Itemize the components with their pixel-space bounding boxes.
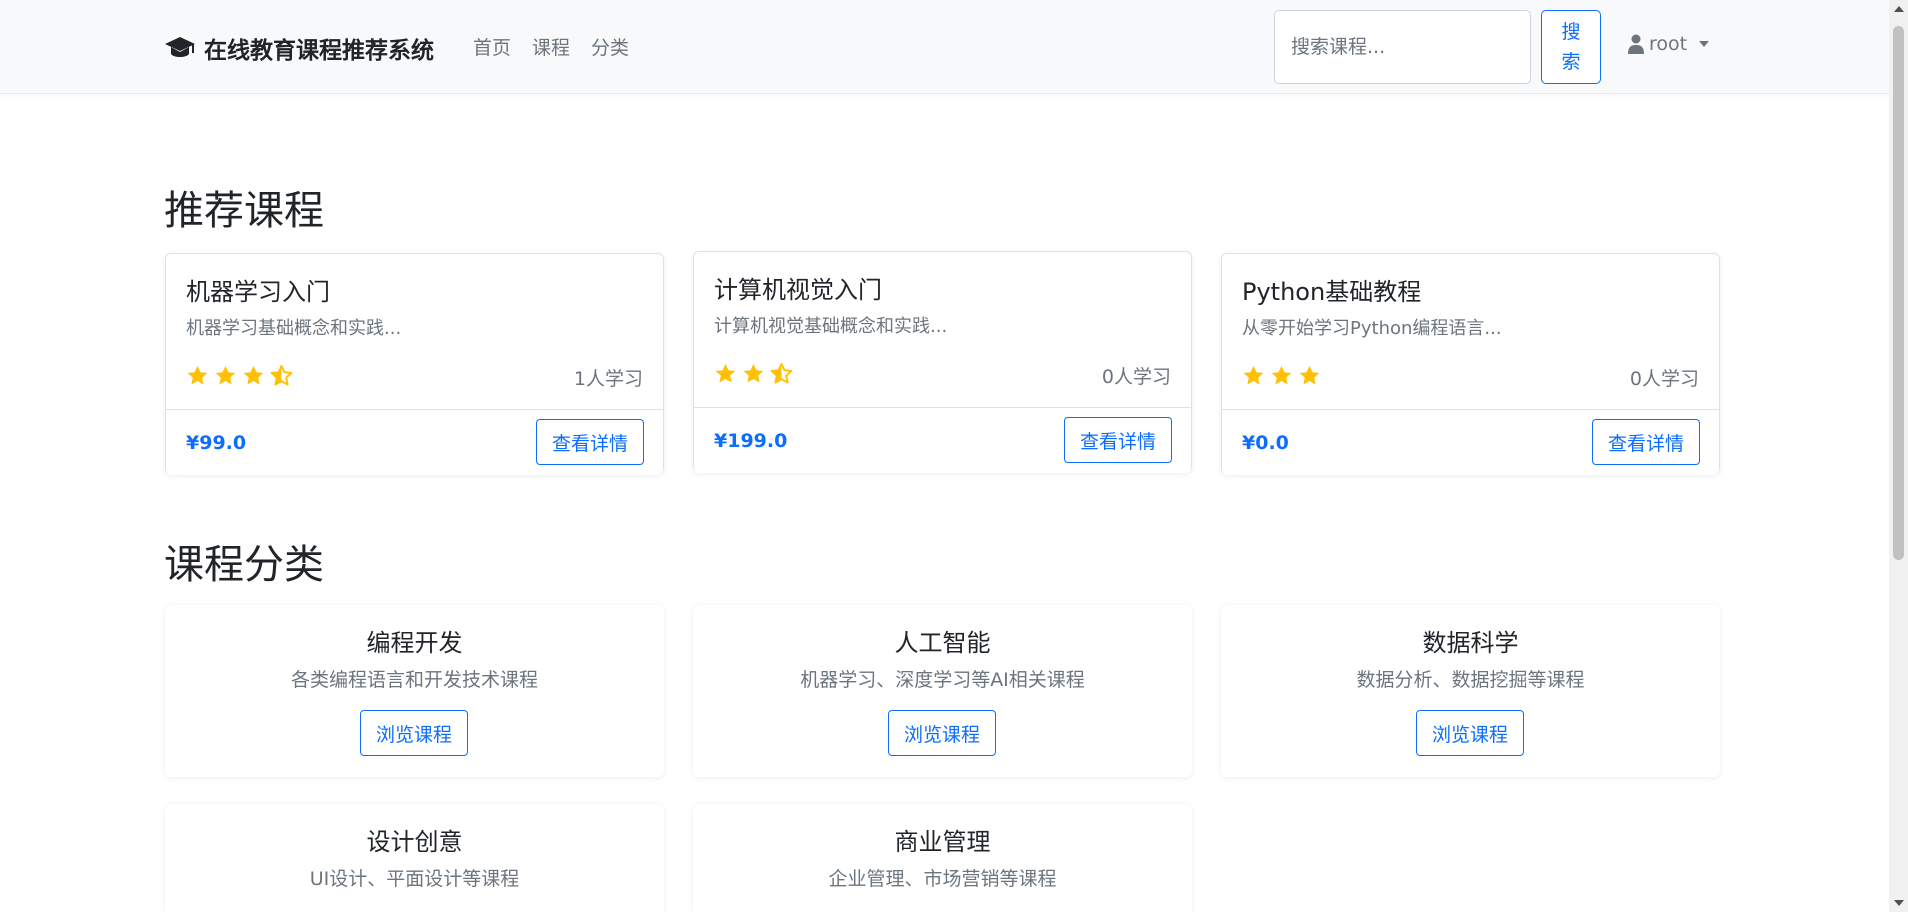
course-title: Python基础教程 xyxy=(1242,278,1422,306)
course-price: ¥99.0 xyxy=(186,432,247,454)
category-desc: UI设计、平面设计等课程 xyxy=(309,868,520,890)
learner-count: 1人学习 xyxy=(573,368,643,390)
course-desc: 机器学习基础概念和实践... xyxy=(186,318,402,339)
category-card: 数据科学 数据分析、数据挖掘等课程 浏览课程 xyxy=(1221,605,1720,777)
nav-link-courses[interactable]: 课程 xyxy=(532,33,570,60)
search-input[interactable] xyxy=(1274,10,1531,84)
course-desc: 从零开始学习Python编程语言... xyxy=(1242,318,1502,339)
course-desc: 计算机视觉基础概念和实践... xyxy=(714,316,948,337)
card-footer: ¥199.0 查看详情 xyxy=(694,407,1191,473)
search-button[interactable]: 搜 索 xyxy=(1541,10,1601,84)
course-card: Python基础教程 从零开始学习Python编程语言... 0人学习 ¥0.0… xyxy=(1221,253,1720,475)
star-icon xyxy=(215,365,236,385)
browse-courses-button[interactable]: 浏览课程 xyxy=(360,710,468,756)
brand-title: 在线教育课程推荐系统 xyxy=(204,38,434,64)
course-title: 机器学习入门 xyxy=(186,278,330,306)
user-menu[interactable]: root xyxy=(1628,33,1710,55)
category-card: 编程开发 各类编程语言和开发技术课程 浏览课程 xyxy=(165,605,664,777)
view-details-button[interactable]: 查看详情 xyxy=(1064,417,1172,463)
learner-count: 0人学习 xyxy=(1629,368,1699,390)
course-card: 计算机视觉入门 计算机视觉基础概念和实践... 0人学习 ¥199.0 查看详情 xyxy=(693,251,1192,473)
recommended-title: 推荐课程 xyxy=(164,188,324,234)
star-icon xyxy=(187,365,208,385)
scrollbar[interactable] xyxy=(1889,0,1908,912)
browse-courses-button[interactable]: 浏览课程 xyxy=(888,710,996,756)
graduation-cap-icon xyxy=(165,37,195,57)
card-footer: ¥99.0 查看详情 xyxy=(166,409,663,475)
star-icon xyxy=(1271,365,1292,385)
user-icon xyxy=(1628,34,1644,54)
category-desc: 数据分析、数据挖掘等课程 xyxy=(1356,669,1585,691)
category-desc: 企业管理、市场营销等课程 xyxy=(828,868,1057,890)
scrollbar-thumb[interactable] xyxy=(1893,26,1904,560)
navbar: 在线教育课程推荐系统 首页 课程 分类 搜 索 root xyxy=(0,0,1889,94)
rating-stars xyxy=(186,364,293,386)
user-name: root xyxy=(1649,33,1688,55)
scroll-up-icon[interactable] xyxy=(1894,6,1904,12)
search-button-label: 搜 索 xyxy=(1561,21,1581,73)
star-icon xyxy=(715,363,736,383)
category-card: 设计创意 UI设计、平面设计等课程 xyxy=(165,804,664,912)
category-name: 设计创意 xyxy=(366,828,463,856)
category-card: 人工智能 机器学习、深度学习等AI相关课程 浏览课程 xyxy=(693,605,1192,777)
nav-links: 首页 课程 分类 xyxy=(473,33,629,60)
rating-stars xyxy=(1242,364,1321,386)
star-icon xyxy=(243,365,264,385)
course-title: 计算机视觉入门 xyxy=(714,276,882,304)
category-name: 商业管理 xyxy=(894,828,991,856)
course-card: 机器学习入门 机器学习基础概念和实践... 1人学习 ¥99.0 查看详情 xyxy=(165,253,664,475)
chevron-down-icon xyxy=(1699,41,1710,47)
nav-link-home[interactable]: 首页 xyxy=(473,33,511,60)
star-half-icon xyxy=(770,362,793,384)
nav-link-categories[interactable]: 分类 xyxy=(591,33,629,60)
star-icon xyxy=(1243,365,1264,385)
star-half-icon xyxy=(270,364,293,386)
category-name: 数据科学 xyxy=(1422,629,1519,657)
brand[interactable]: 在线教育课程推荐系统 xyxy=(164,31,434,65)
category-desc: 机器学习、深度学习等AI相关课程 xyxy=(800,669,1085,691)
category-name: 编程开发 xyxy=(366,629,463,657)
browse-courses-button[interactable]: 浏览课程 xyxy=(1416,710,1524,756)
category-desc: 各类编程语言和开发技术课程 xyxy=(290,669,538,691)
card-footer: ¥0.0 查看详情 xyxy=(1222,409,1719,475)
scroll-down-icon[interactable] xyxy=(1894,900,1904,906)
category-card: 商业管理 企业管理、市场营销等课程 xyxy=(693,804,1192,912)
star-icon xyxy=(1299,365,1320,385)
learner-count: 0人学习 xyxy=(1101,366,1171,388)
view-details-button[interactable]: 查看详情 xyxy=(536,419,644,465)
category-name: 人工智能 xyxy=(894,629,991,657)
course-price: ¥0.0 xyxy=(1242,432,1289,454)
categories-title: 课程分类 xyxy=(164,542,324,588)
star-icon xyxy=(743,363,764,383)
rating-stars xyxy=(714,362,793,384)
view-details-button[interactable]: 查看详情 xyxy=(1592,419,1700,465)
course-price: ¥199.0 xyxy=(714,430,788,452)
